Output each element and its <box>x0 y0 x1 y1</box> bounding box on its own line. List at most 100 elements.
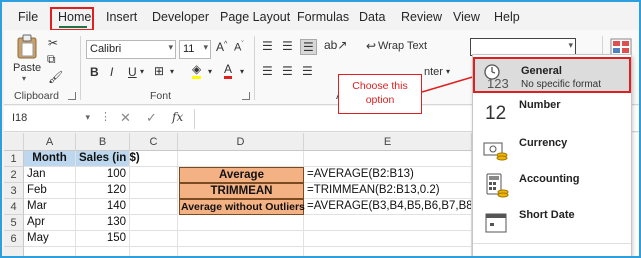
formula-input[interactable] <box>194 109 472 129</box>
table-cell[interactable]: Mar <box>24 199 76 215</box>
table-cell[interactable] <box>130 215 178 231</box>
table-cell[interactable] <box>24 247 76 256</box>
name-box-value: I18 <box>12 112 28 124</box>
table-cell[interactable]: 130 <box>76 215 130 231</box>
cut-icon[interactable]: ✂ <box>48 36 58 50</box>
table-cell[interactable]: May <box>24 231 76 247</box>
format-option-short-date[interactable]: Short Date <box>473 205 631 241</box>
align-right-icon[interactable]: ☰ <box>302 64 313 78</box>
row-header[interactable]: 3 <box>4 183 24 199</box>
row-header[interactable]: 6 <box>4 231 24 247</box>
formula-cell[interactable]: =AVERAGE(B2:B13) <box>304 167 472 183</box>
copy-icon[interactable]: ⧉ <box>47 52 56 67</box>
cancel-icon[interactable]: ✕ <box>120 110 131 126</box>
column-header[interactable]: C <box>130 133 178 151</box>
table-cell[interactable] <box>130 151 178 167</box>
font-color-icon[interactable]: A <box>224 63 233 79</box>
table-cell[interactable] <box>178 215 304 231</box>
underline-button[interactable]: U <box>128 65 137 79</box>
column-header[interactable]: D <box>178 133 304 151</box>
table-cell[interactable]: 100 <box>76 167 130 183</box>
borders-icon[interactable]: ⊞ <box>154 64 164 78</box>
column-header[interactable]: B <box>76 133 130 151</box>
table-cell[interactable]: Feb <box>24 183 76 199</box>
table-cell[interactable]: 150 <box>76 231 130 247</box>
row-header[interactable]: 2 <box>4 167 24 183</box>
align-center-icon[interactable]: ☰ <box>282 64 293 78</box>
font-launcher-icon[interactable] <box>242 92 250 100</box>
formula-cell[interactable]: =AVERAGE(B3,B4,B5,B6,B7,B8,B9,B10 <box>304 199 472 215</box>
table-cell[interactable] <box>130 167 178 183</box>
table-header-cell[interactable]: Sales (in $) <box>76 151 140 167</box>
label-cell[interactable]: TRIMMEAN <box>179 183 304 199</box>
menu-page-layout[interactable]: Page Layout <box>220 10 290 24</box>
paste-label: Paste <box>13 62 42 74</box>
format-painter-icon[interactable]: 🖌 <box>48 70 63 84</box>
format-option-accounting[interactable]: Accounting <box>473 169 631 205</box>
decrease-font-icon[interactable]: Aˇ <box>234 41 244 54</box>
increase-font-icon[interactable]: A^ <box>216 40 227 54</box>
font-name-combo[interactable]: Calibri ▾ <box>86 40 176 59</box>
table-cell[interactable] <box>304 151 472 167</box>
align-bottom-icon[interactable]: ☰ <box>300 39 317 55</box>
table-cell[interactable] <box>130 247 178 256</box>
menu-help[interactable]: Help <box>494 10 520 24</box>
align-left-icon[interactable]: ☰ <box>262 64 273 78</box>
menu-data[interactable]: Data <box>359 10 385 24</box>
format-option-number[interactable]: 12 Number <box>473 95 631 131</box>
enter-icon[interactable]: ✓ <box>146 110 157 126</box>
wrap-text-button[interactable]: Wrap Text <box>378 40 427 52</box>
column-header[interactable]: E <box>304 133 472 151</box>
menu-file[interactable]: File <box>18 10 38 24</box>
label-cell[interactable]: Average <box>179 167 304 183</box>
table-cell[interactable] <box>130 199 178 215</box>
table-cell[interactable]: Jan <box>24 167 76 183</box>
align-top-icon[interactable]: ☰ <box>262 39 273 53</box>
bold-button[interactable]: B <box>90 65 99 79</box>
menu-insert[interactable]: Insert <box>106 10 137 24</box>
table-cell[interactable]: Apr <box>24 215 76 231</box>
row-header[interactable]: 4 <box>4 199 24 215</box>
table-cell[interactable] <box>304 231 472 247</box>
insert-function-button[interactable]: fx <box>172 110 183 124</box>
table-cell[interactable] <box>304 215 472 231</box>
table-cell[interactable] <box>304 247 472 256</box>
select-all-corner[interactable] <box>4 133 24 151</box>
chevron-down-icon[interactable]: ▾ <box>170 67 174 76</box>
font-size-combo[interactable]: 11 ▾ <box>179 40 211 59</box>
table-cell[interactable] <box>130 183 178 199</box>
table-cell[interactable] <box>76 247 130 256</box>
table-header-cell[interactable]: Month <box>24 151 76 167</box>
clipboard-launcher-icon[interactable] <box>68 92 76 100</box>
callout-text: Choose this option <box>352 80 408 106</box>
align-middle-icon[interactable]: ☰ <box>282 39 293 53</box>
table-cell[interactable] <box>178 151 304 167</box>
table-cell[interactable] <box>130 231 178 247</box>
format-option-general[interactable]: 123 General No specific format <box>473 57 631 93</box>
table-cell[interactable] <box>178 231 304 247</box>
menu-view[interactable]: View <box>453 10 480 24</box>
wrap-text-icon[interactable]: ↩ <box>366 39 376 53</box>
table-cell[interactable] <box>178 247 304 256</box>
row-header[interactable] <box>4 247 24 256</box>
chevron-down-icon[interactable]: ▾ <box>140 67 144 76</box>
chevron-down-icon: ▾ <box>168 42 173 52</box>
name-box[interactable]: I18 ▾ <box>12 110 92 128</box>
formula-cell[interactable]: =TRIMMEAN(B2:B13,0.2) <box>304 183 472 199</box>
label-cell[interactable]: Average without Outliers <box>179 199 305 215</box>
table-cell[interactable]: 120 <box>76 183 130 199</box>
italic-button[interactable]: I <box>110 65 113 79</box>
chevron-down-icon[interactable]: ▾ <box>208 67 212 76</box>
chevron-down-icon[interactable]: ▾ <box>240 67 244 76</box>
orientation-icon[interactable]: ab↗ <box>324 38 347 52</box>
row-header[interactable]: 5 <box>4 215 24 231</box>
menu-developer[interactable]: Developer <box>152 10 209 24</box>
fill-color-icon[interactable]: ◈ <box>192 63 202 79</box>
column-header[interactable]: A <box>24 133 76 151</box>
row-header[interactable]: 1 <box>4 151 24 167</box>
format-option-currency[interactable]: Currency <box>473 133 631 169</box>
menu-review[interactable]: Review <box>401 10 442 24</box>
paste-button[interactable]: Paste ▾ <box>12 34 42 83</box>
table-cell[interactable]: 140 <box>76 199 130 215</box>
menu-formulas[interactable]: Formulas <box>297 10 349 24</box>
